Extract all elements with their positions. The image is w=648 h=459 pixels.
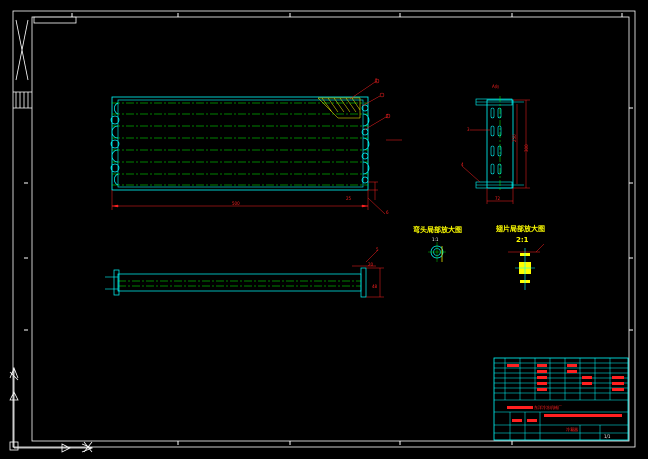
detail-fin-title: 翅片局部放大图 bbox=[495, 224, 545, 233]
title-block-part-name: 冷凝器 bbox=[566, 426, 578, 432]
side-view-label: A向 bbox=[492, 83, 499, 89]
title-block[interactable]: 东洋冷冻机械厂 冷凝器 1/1 bbox=[493, 357, 629, 441]
detail-tube-scale: 1:1 bbox=[432, 237, 439, 242]
front-view[interactable]: 500 25 1 2 6 bbox=[110, 78, 402, 215]
dim-front-small bbox=[367, 181, 386, 215]
dim-bottom-small-text: 20 bbox=[368, 262, 374, 267]
balloon-3: 3 bbox=[467, 127, 470, 132]
bottom-view[interactable]: 48 20 5 bbox=[105, 247, 384, 298]
dim-side-inner-text: 250 bbox=[512, 134, 517, 142]
detail-fin[interactable]: 翅片局部放大图 2:1 bbox=[495, 224, 545, 290]
ucs-icon bbox=[9, 366, 94, 453]
balloon-5: 5 bbox=[376, 247, 379, 252]
detail-tube-title: 弯头局部放大图 bbox=[413, 225, 462, 234]
detail-fin-scale: 2:1 bbox=[516, 236, 529, 244]
balloon-4: 4 bbox=[461, 162, 464, 167]
dim-side-height-text: 300 bbox=[524, 144, 529, 152]
dim-front-length bbox=[111, 190, 369, 210]
side-view[interactable]: A向 300 250 72 3 4 bbox=[461, 83, 530, 204]
dim-side-width-text: 72 bbox=[495, 196, 501, 201]
dim-front-small-text: 25 bbox=[346, 196, 352, 201]
fin-section-hatch bbox=[317, 97, 361, 119]
detail-tube-bend[interactable]: 弯头局部放大图 1:1 bbox=[413, 225, 462, 262]
dim-front-length-text: 500 bbox=[232, 201, 240, 206]
tube-rows bbox=[112, 102, 368, 186]
front-leaders bbox=[349, 78, 402, 141]
dim-bottom bbox=[352, 249, 384, 298]
side-slots bbox=[490, 107, 502, 175]
balloon-1: 1 bbox=[375, 78, 378, 83]
title-block-company: 东洋冷冻机械厂 bbox=[534, 404, 562, 410]
dim-bottom-height-text: 48 bbox=[372, 284, 378, 289]
title-block-sheet: 1/1 bbox=[604, 434, 611, 439]
balloon-6: 6 bbox=[386, 210, 389, 215]
cad-drawing-canvas[interactable]: 500 25 1 2 6 A向 300 250 72 3 4 48 20 5 弯… bbox=[0, 0, 648, 459]
balloon-2: 2 bbox=[386, 114, 389, 119]
